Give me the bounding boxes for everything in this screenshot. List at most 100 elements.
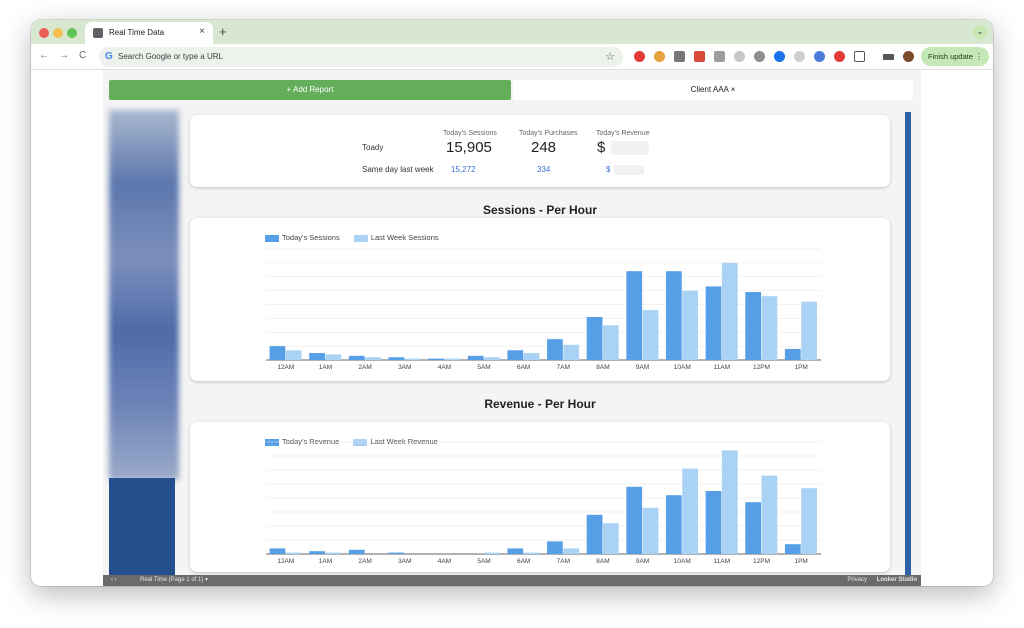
finish-update-label: Finish update [928,52,974,61]
google-icon: G [105,51,113,62]
bar-last-week-12pm [761,475,778,554]
tab-close-icon[interactable]: × [199,26,205,37]
x-tick-label: 12AM [277,364,294,371]
bar-last-week-12pm [761,296,778,360]
add-report-button[interactable]: + Add Report [109,80,511,100]
row-label-today: Toady [362,143,384,152]
cookie-extension-icon[interactable] [654,51,665,62]
x-tick-label: 1AM [319,364,332,371]
redacted-revenue [611,141,649,155]
x-tick-label: 12AM [277,558,294,565]
page-selector[interactable]: Real Time (Page 1 of 1) ▾ [140,575,208,586]
col-header-purchases: Today's Purchases [519,130,578,137]
x-tick-label: 5AM [477,558,490,565]
revenue-bar-chart: 12AM 1AM 2AM 3AM 4AM 5AM 6AM 7AM 8AM 9AM 10AM 11AM 1… [266,441,821,565]
new-tab-button[interactable]: + [219,24,227,39]
report-footer: ‹ › Real Time (Page 1 of 1) ▾ Privacy Lo… [103,575,921,586]
address-placeholder[interactable]: Search Google or type a URL [118,52,223,61]
bookmark-star-icon[interactable]: ☆ [605,50,615,63]
col-header-sessions: Today's Sessions [443,130,497,137]
bar-today-10am [665,495,682,554]
more-menu-icon[interactable]: ⋮ [975,47,983,66]
circle-extension-icon[interactable] [794,51,805,62]
x-tick-label: 7AM [557,558,570,565]
avatar[interactable] [903,51,914,62]
today-revenue-symbol: $ [597,139,606,156]
bar-last-week-1pm [801,488,817,554]
bar-today-12pm [745,292,762,360]
finish-update-button[interactable]: Finish update ⋮ [921,47,989,66]
looker-studio-brand[interactable]: Looker Studio [877,575,917,586]
grid-extension-icon[interactable] [714,51,725,62]
x-tick-label: 11AM [714,558,731,565]
bar-today-3am [388,357,405,360]
bar-today-8am [586,316,603,360]
bar-today-1am [309,353,325,360]
bar-today-7am [547,541,563,554]
blue-extension-icon[interactable] [774,51,785,62]
today-purchases-value: 248 [531,139,557,156]
bar-today-12am [269,346,286,360]
bar-last-week-9am [642,310,659,360]
reload-button[interactable]: C [79,50,86,61]
bar-last-week-11am [721,450,738,554]
tag-extension-icon[interactable] [814,51,825,62]
sessions-chart-title: Sessions - Per Hour [482,203,598,217]
bar-last-week-4am [444,358,461,360]
page-content: + Add Report Client AAA × Toady Same day… [31,70,993,586]
red-extension-icon[interactable] [694,51,705,62]
bar-today-10am [665,271,682,360]
forward-button[interactable]: → [59,50,69,61]
tab-search-button[interactable]: ⌄ [973,25,987,39]
bar-last-week-6am [523,353,540,360]
browser-window: Real Time Data × + ⌄ ← → C G Search Goog… [31,20,993,586]
bar-today-1pm [784,348,801,360]
x-tick-label: 3AM [398,558,411,565]
last-week-revenue-symbol: $ [606,165,611,174]
x-tick-label: 1PM [794,364,807,371]
privacy-link[interactable]: Privacy [847,575,867,586]
bar-last-week-1pm [801,301,817,360]
bar-today-1pm [784,544,801,554]
maximize-window-button[interactable] [67,28,77,38]
x-tick-label: 6AM [517,364,530,371]
x-tick-label: 9AM [636,364,649,371]
on-extension-icon[interactable] [674,51,685,62]
bar-last-week-8am [602,325,619,360]
x-tick-label: 2AM [358,558,371,565]
back-button[interactable]: ← [39,50,49,61]
bar-last-week-9am [642,507,659,554]
x-tick-label: 7AM [557,364,570,371]
minimize-window-button[interactable] [53,28,63,38]
x-tick-label: 11AM [714,364,731,371]
scrollbar[interactable] [905,112,911,576]
x-tick-label: 10AM [674,558,691,565]
opera-extension-icon[interactable] [634,51,645,62]
bar-last-week-10am [682,290,699,360]
sidebar-footer-panel [109,478,175,578]
bar-today-12am [269,548,286,554]
bar-today-4am [428,358,444,360]
bar-today-6am [507,548,524,554]
gear-extension-icon[interactable] [754,51,765,62]
browser-tab[interactable]: Real Time Data × [85,22,213,44]
puzzle-icon[interactable] [854,51,865,62]
bar-last-week-12am [285,552,302,554]
reading-list-icon[interactable] [883,54,894,60]
client-tab[interactable]: Client AAA × [513,80,913,100]
bar-last-week-1am [325,552,342,554]
revenue-chart-card: Today's Revenue Last Week Revenue 12AM 1A… [190,422,890,572]
sessions-bar-chart: 12AM 1AM 2AM 3AM 4AM 5AM 6AM 7AM 8AM 9AM 10AM 11AM 1… [266,248,821,371]
close-window-button[interactable] [39,28,49,38]
page-nav-arrows[interactable]: ‹ › [111,575,117,586]
address-bar[interactable]: G Search Google or type a URL ☆ [99,47,623,67]
scissors-extension-icon[interactable] [734,51,745,62]
today-sessions-value: 15,905 [446,139,492,156]
x-tick-label: 4AM [438,558,451,565]
tab-title: Real Time Data [109,28,165,37]
x-tick-label: 3AM [398,364,411,371]
bar-last-week-11am [721,262,738,360]
pokeball-extension-icon[interactable] [834,51,845,62]
tab-strip: Real Time Data × + ⌄ [31,20,993,44]
bar-last-week-7am [563,548,580,554]
